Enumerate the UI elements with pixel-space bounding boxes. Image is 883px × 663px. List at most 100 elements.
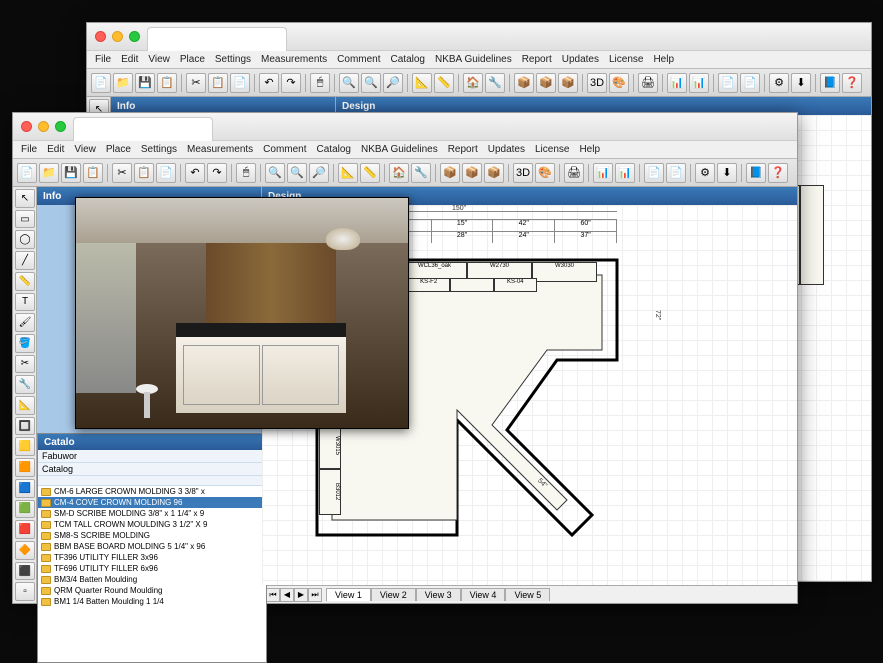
tool-button-13[interactable]: 🟧	[15, 458, 35, 477]
toolbar-button-33[interactable]: 📊	[667, 73, 687, 93]
maximize-icon[interactable]	[55, 121, 66, 132]
cabinet[interactable]: W3030	[532, 262, 597, 282]
tool-button-18[interactable]: ⬛	[15, 562, 35, 581]
toolbar-button-7[interactable]: 📄	[156, 163, 176, 183]
menu-license[interactable]: License	[605, 54, 647, 65]
view-tab[interactable]: View 5	[505, 588, 550, 601]
toolbar-button-40[interactable]: ⬇	[791, 73, 811, 93]
tab-first-icon[interactable]: ⏮	[266, 588, 280, 602]
catalog-item[interactable]: BM1 1/4 Batten Moulding 1 1/4	[38, 596, 266, 607]
menu-help[interactable]: Help	[649, 54, 678, 65]
minimize-icon[interactable]	[38, 121, 49, 132]
toolbar-button-9[interactable]: ↶	[259, 73, 279, 93]
toolbar-button-5[interactable]: ✂	[186, 73, 206, 93]
menu-measurements[interactable]: Measurements	[257, 54, 331, 65]
catalog-item[interactable]: TF696 UTILITY FILLER 6x96	[38, 563, 266, 574]
toolbar-button-9[interactable]: ↶	[185, 163, 205, 183]
tool-button-6[interactable]: 🖌	[15, 313, 35, 332]
toolbar-button-36[interactable]: 📄	[644, 163, 664, 183]
cabinet[interactable]: W3015	[319, 423, 341, 469]
tool-button-7[interactable]: 🪣	[15, 334, 35, 353]
toolbar-button-37[interactable]: 📄	[666, 163, 686, 183]
menu-report[interactable]: Report	[518, 54, 556, 65]
toolbar-button-10[interactable]: ↷	[281, 73, 301, 93]
toolbar-button-1[interactable]: 📁	[113, 73, 133, 93]
tool-button-15[interactable]: 🟩	[15, 500, 35, 519]
cabinet[interactable]: KS-04	[494, 278, 537, 292]
toolbar-button-39[interactable]: ⚙	[769, 73, 789, 93]
toolbar-button-14[interactable]: 🔍	[265, 163, 285, 183]
toolbar-button-2[interactable]: 💾	[135, 73, 155, 93]
toolbar-button-16[interactable]: 🔎	[383, 73, 403, 93]
toolbar-button-40[interactable]: ⬇	[717, 163, 737, 183]
tool-button-14[interactable]: 🟦	[15, 479, 35, 498]
menu-license[interactable]: License	[531, 144, 573, 155]
toolbar-button-36[interactable]: 📄	[718, 73, 738, 93]
tab-next-icon[interactable]: ▶	[294, 588, 308, 602]
tool-button-4[interactable]: 📏	[15, 272, 35, 291]
toolbar-button-19[interactable]: 📏	[434, 73, 454, 93]
toolbar-button-43[interactable]: ❓	[768, 163, 788, 183]
menu-place[interactable]: Place	[176, 54, 209, 65]
menu-file[interactable]: File	[91, 54, 115, 65]
toolbar-button-26[interactable]: 📦	[484, 163, 504, 183]
catalog-tab[interactable]: Catalog	[38, 463, 266, 476]
catalog-list[interactable]: CM-6 LARGE CROWN MOLDING 3 3/8" xCM-4 CO…	[38, 486, 266, 662]
toolbar-button-34[interactable]: 📊	[689, 73, 709, 93]
toolbar-button-3[interactable]: 📋	[83, 163, 103, 183]
toolbar-button-28[interactable]: 3D	[587, 73, 607, 93]
cabinet[interactable]	[450, 278, 493, 292]
toolbar-button-12[interactable]: 🖱	[236, 163, 256, 183]
catalog-item[interactable]: BM3/4 Batten Moulding	[38, 574, 266, 585]
browser-tab[interactable]	[73, 117, 213, 141]
toolbar-button-16[interactable]: 🔎	[309, 163, 329, 183]
cabinet[interactable]: B3012	[319, 469, 341, 515]
view-tab[interactable]: View 2	[371, 588, 416, 601]
close-icon[interactable]	[21, 121, 32, 132]
menu-catalog[interactable]: Catalog	[313, 144, 355, 155]
toolbar-button-6[interactable]: 📋	[208, 73, 228, 93]
toolbar-button-15[interactable]: 🔍	[287, 163, 307, 183]
cabinet[interactable]: KS-F2	[407, 278, 450, 292]
toolbar-button-12[interactable]: 🖱	[310, 73, 330, 93]
view-tab[interactable]: View 4	[461, 588, 506, 601]
tool-button-17[interactable]: 🔶	[15, 541, 35, 560]
toolbar-button-37[interactable]: 📄	[740, 73, 760, 93]
menu-settings[interactable]: Settings	[137, 144, 181, 155]
toolbar-button-26[interactable]: 📦	[558, 73, 578, 93]
toolbar-button-24[interactable]: 📦	[514, 73, 534, 93]
toolbar-button-5[interactable]: ✂	[112, 163, 132, 183]
menu-help[interactable]: Help	[575, 144, 604, 155]
menu-catalog[interactable]: Catalog	[387, 54, 429, 65]
menu-updates[interactable]: Updates	[558, 54, 603, 65]
close-icon[interactable]	[95, 31, 106, 42]
toolbar-button-18[interactable]: 📐	[338, 163, 358, 183]
tool-button-12[interactable]: 🟨	[15, 437, 35, 456]
minimize-icon[interactable]	[112, 31, 123, 42]
menu-file[interactable]: File	[17, 144, 41, 155]
menu-measurements[interactable]: Measurements	[183, 144, 257, 155]
catalog-item[interactable]: CM-6 LARGE CROWN MOLDING 3 3/8" x	[38, 486, 266, 497]
catalog-item[interactable]: CM-4 COVE CROWN MOLDING 96	[38, 497, 266, 508]
menu-updates[interactable]: Updates	[484, 144, 529, 155]
view-tab[interactable]: View 3	[416, 588, 461, 601]
toolbar-button-21[interactable]: 🏠	[463, 73, 483, 93]
toolbar-button-14[interactable]: 🔍	[339, 73, 359, 93]
tool-button-2[interactable]: ◯	[15, 230, 35, 249]
toolbar-button-34[interactable]: 📊	[615, 163, 635, 183]
toolbar-button-25[interactable]: 📦	[536, 73, 556, 93]
toolbar-button-0[interactable]: 📄	[91, 73, 111, 93]
catalog-brand[interactable]: Fabuwor	[38, 450, 266, 463]
toolbar-button-0[interactable]: 📄	[17, 163, 37, 183]
toolbar-button-25[interactable]: 📦	[462, 163, 482, 183]
toolbar-button-33[interactable]: 📊	[593, 163, 613, 183]
menu-report[interactable]: Report	[444, 144, 482, 155]
menu-comment[interactable]: Comment	[259, 144, 310, 155]
toolbar-button-15[interactable]: 🔍	[361, 73, 381, 93]
toolbar-button-28[interactable]: 3D	[513, 163, 533, 183]
toolbar-button-29[interactable]: 🎨	[535, 163, 555, 183]
toolbar-button-42[interactable]: 📘	[746, 163, 766, 183]
toolbar-button-3[interactable]: 📋	[157, 73, 177, 93]
menu-view[interactable]: View	[144, 54, 174, 65]
catalog-item[interactable]: QRM Quarter Round Moulding	[38, 585, 266, 596]
